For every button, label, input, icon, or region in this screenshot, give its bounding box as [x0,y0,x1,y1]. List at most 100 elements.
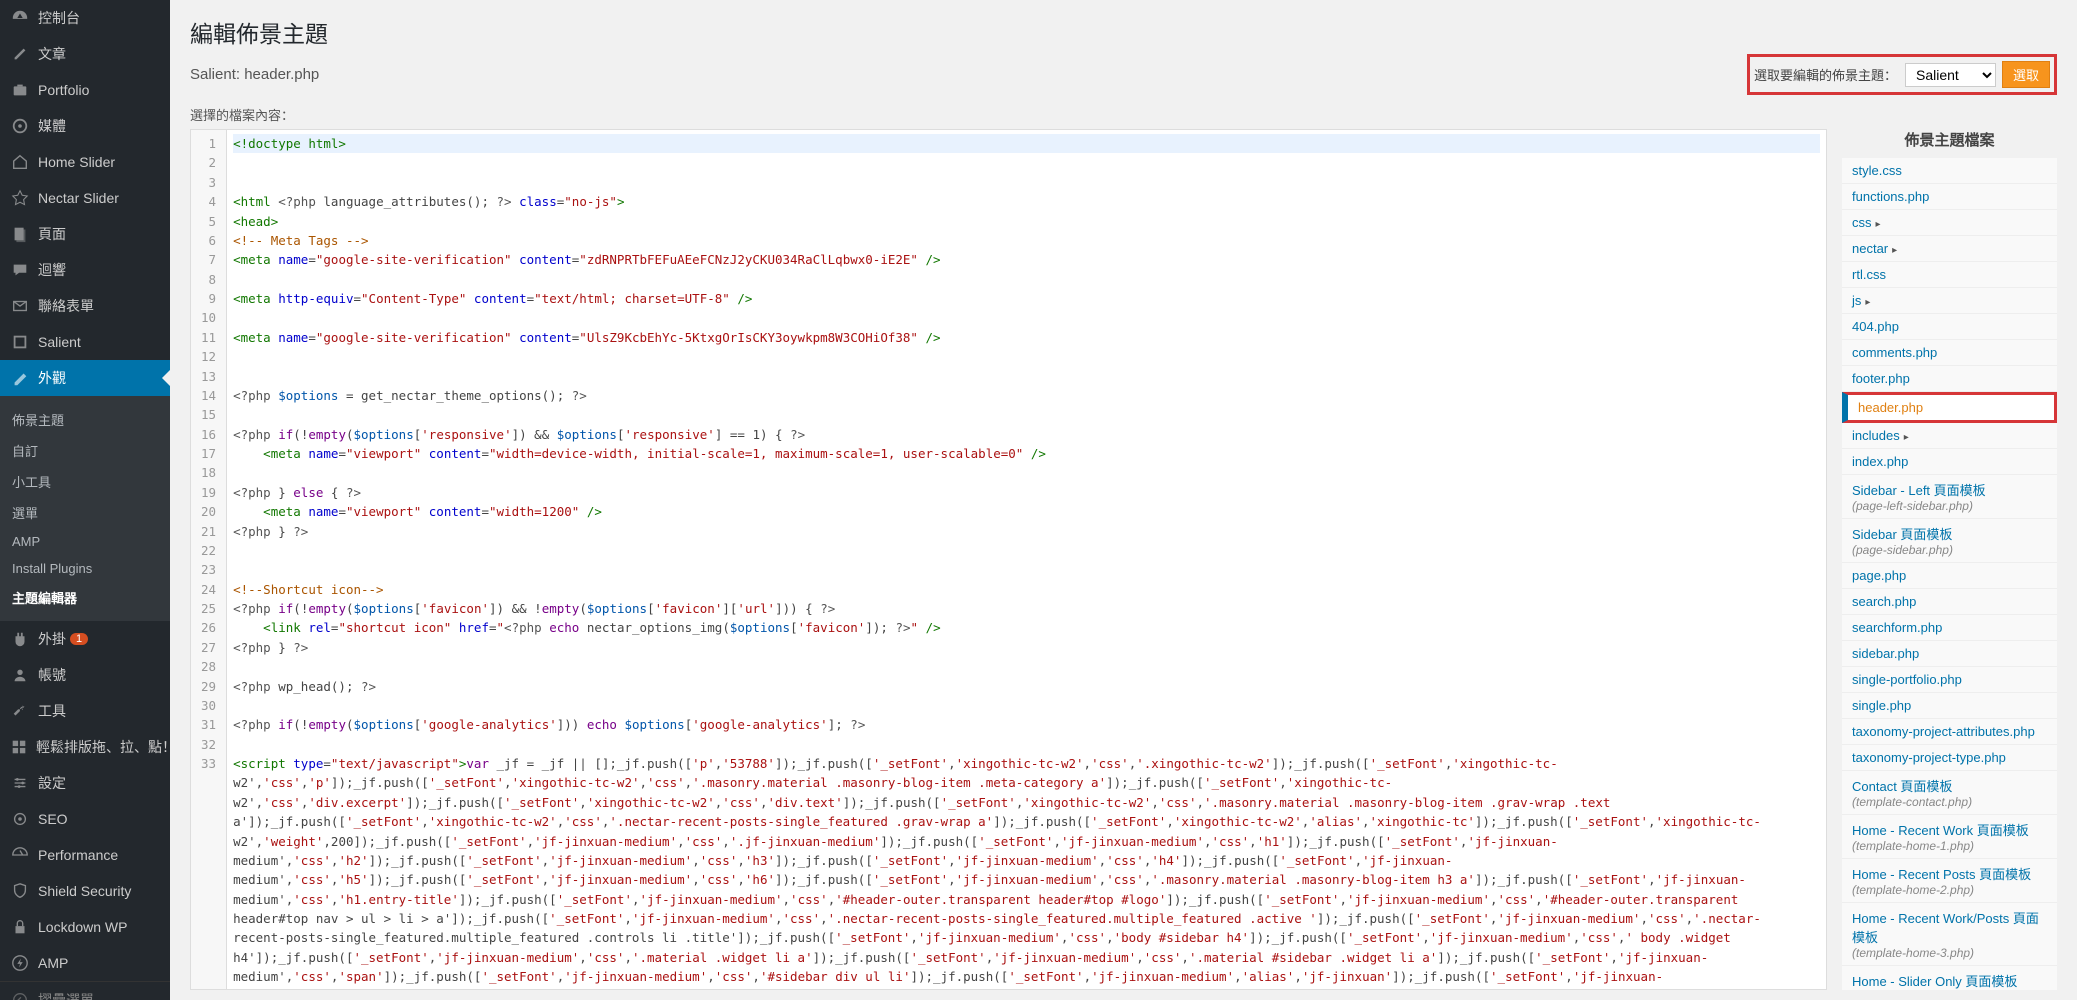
file-item[interactable]: single.php [1842,693,2057,719]
admin-sidebar: 控制台文章 Portfolio媒體 Home Slider Nectar Slider… [0,0,170,1000]
sidebar-item-label: AMP [38,955,68,971]
file-item[interactable]: comments.php [1842,340,2057,366]
sidebar-subitem[interactable]: 主題編輯器 [0,582,170,613]
file-item[interactable]: Contact 頁面模板(template-contact.php) [1842,771,2057,815]
file-item[interactable]: functions.php [1842,184,2057,210]
contact-icon [10,296,30,316]
sidebar-item-appearance[interactable]: 外觀 [0,360,170,396]
file-item[interactable]: Home - Recent Work/Posts 頁面模板(template-h… [1842,903,2057,966]
collapse-icon [10,990,30,1000]
file-panel-title: 佈景主題檔案 [1842,129,2057,150]
sidebar-item-users[interactable]: 帳號 [0,657,170,693]
sidebar-subitem[interactable]: 佈景主題 [0,404,170,435]
file-item[interactable]: Home - Slider Only 頁面模板 [1842,966,2057,990]
sidebar-item-collapse[interactable]: 摺疊選單 [0,981,170,1000]
plugins-icon [10,629,30,649]
file-item-sub: (page-sidebar.php) [1852,543,2047,557]
file-item-sub: (template-home-3.php) [1852,946,2047,960]
sidebar-item-label: 摺疊選單 [38,990,94,1000]
salient-icon [10,332,30,352]
sidebar-item-contact[interactable]: 聯絡表單 [0,288,170,324]
file-item-sub: (template-home-1.php) [1852,839,2047,853]
page-title: 編輯佈景主題 [190,15,2057,49]
file-item[interactable]: sidebar.php [1842,641,2057,667]
portfolio-icon [10,80,30,100]
line-gutter: 1234567891011121314151617181920212223242… [191,130,227,989]
sidebar-item-label: 帳號 [38,665,66,685]
theme-select[interactable]: Salient [1905,63,1996,87]
file-item[interactable]: footer.php [1842,366,2057,392]
sidebar-item-label: 工具 [38,701,66,721]
sidebar-item-posts[interactable]: 文章 [0,36,170,72]
sidebar-item-label: Nectar Slider [38,190,119,206]
sidebar-item-label: Salient [38,334,81,350]
file-item[interactable]: taxonomy-project-attributes.php [1842,719,2057,745]
users-icon [10,665,30,685]
sidebar-item-label: 迴響 [38,260,66,280]
file-item[interactable]: search.php [1842,589,2057,615]
file-item[interactable]: Sidebar - Left 頁面模板(page-left-sidebar.ph… [1842,475,2057,519]
code-area[interactable]: <!doctype html> <html <?php language_att… [227,130,1826,989]
sidebar-item-pages[interactable]: 頁面 [0,216,170,252]
performance-icon [10,845,30,865]
sidebar-item-portfolio[interactable]: Portfolio [0,72,170,108]
sidebar-item-label: Home Slider [38,154,115,170]
sidebar-item-comments[interactable]: 迴響 [0,252,170,288]
sidebar-item-label: Lockdown WP [38,919,127,935]
appearance-icon [10,368,30,388]
code-editor[interactable]: 1234567891011121314151617181920212223242… [190,129,1827,990]
sidebar-item-seo[interactable]: SEO [0,801,170,837]
file-item[interactable]: Home - Recent Posts 頁面模板(template-home-2… [1842,859,2057,903]
file-item[interactable]: taxonomy-project-type.php [1842,745,2057,771]
file-item[interactable]: searchform.php [1842,615,2057,641]
file-item[interactable]: single-portfolio.php [1842,667,2057,693]
theme-select-button[interactable]: 選取 [2002,61,2050,88]
file-item[interactable]: header.php [1842,392,2057,423]
sidebar-item-media[interactable]: 媒體 [0,108,170,144]
sidebar-item-amp[interactable]: AMP [0,945,170,981]
sidebar-item-dashboard[interactable]: 控制台 [0,0,170,36]
sidebar-item-label: 外觀 [38,368,66,388]
sidebar-item-label: 頁面 [38,224,66,244]
sidebar-subitem[interactable]: AMP [0,528,170,555]
file-item[interactable]: style.css [1842,158,2057,184]
sidebar-item-settings[interactable]: 設定 [0,765,170,801]
posts-icon [10,44,30,64]
sidebar-item-salient[interactable]: Salient [0,324,170,360]
sidebar-item-nectar-slider[interactable]: Nectar Slider [0,180,170,216]
sidebar-item-label: 文章 [38,44,66,64]
sidebar-item-label: 設定 [38,773,66,793]
file-item[interactable]: nectar [1842,236,2057,262]
file-item[interactable]: Sidebar 頁面模板(page-sidebar.php) [1842,519,2057,563]
theme-file-panel: 佈景主題檔案 style.cssfunctions.phpcssnectarrt… [1842,129,2057,990]
sidebar-subitem[interactable]: 選單 [0,497,170,528]
sidebar-subitem[interactable]: Install Plugins [0,555,170,582]
lockdown-icon [10,917,30,937]
sidebar-item-home-slider[interactable]: Home Slider [0,144,170,180]
file-item[interactable]: css [1842,210,2057,236]
theme-select-box: 選取要編輯的佈景主題： Salient 選取 [1747,54,2057,95]
file-item[interactable]: includes [1842,423,2057,449]
sidebar-item-performance[interactable]: Performance [0,837,170,873]
shield-icon [10,881,30,901]
sidebar-item-dnd[interactable]: 輕鬆排版拖、拉、點！ [0,729,170,765]
comments-icon [10,260,30,280]
file-item[interactable]: js [1842,288,2057,314]
sidebar-item-plugins[interactable]: 外掛1 [0,621,170,657]
sidebar-subitem[interactable]: 小工具 [0,466,170,497]
tools-icon [10,701,30,721]
file-item[interactable]: page.php [1842,563,2057,589]
file-item[interactable]: 404.php [1842,314,2057,340]
amp-icon [10,953,30,973]
sidebar-item-tools[interactable]: 工具 [0,693,170,729]
sidebar-item-label: SEO [38,811,68,827]
sidebar-item-lockdown[interactable]: Lockdown WP [0,909,170,945]
file-item[interactable]: Home - Recent Work 頁面模板(template-home-1.… [1842,815,2057,859]
file-item[interactable]: rtl.css [1842,262,2057,288]
sidebar-item-shield[interactable]: Shield Security [0,873,170,909]
sidebar-subitem[interactable]: 自訂 [0,435,170,466]
pages-icon [10,224,30,244]
sidebar-item-label: Performance [38,847,118,863]
sidebar-item-label: 輕鬆排版拖、拉、點！ [36,737,170,757]
file-item[interactable]: index.php [1842,449,2057,475]
